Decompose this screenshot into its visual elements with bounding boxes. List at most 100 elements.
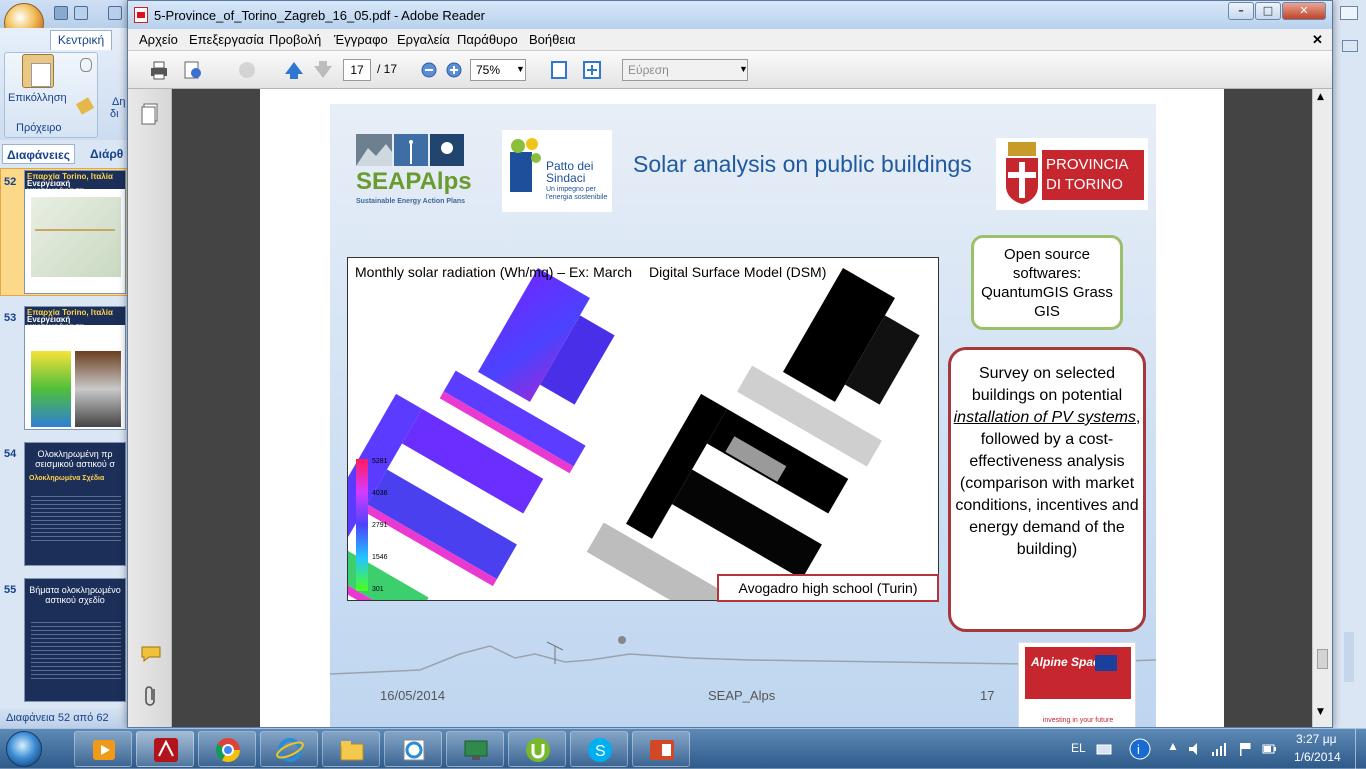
fit-page-icon[interactable] — [548, 59, 570, 81]
toolbar: 17 / 17 75% ▼ Εύρεση ▼ — [128, 51, 1332, 89]
survey-text-1: Survey on selected buildings on potentia… — [971, 365, 1123, 404]
show-hidden-icons-icon[interactable]: ▲ — [1167, 739, 1179, 753]
survey-text-2: , followed by a cost-effectiveness analy… — [955, 409, 1141, 558]
menu-file[interactable]: Αρχείο — [139, 32, 178, 47]
menu-tools[interactable]: Εργαλεία — [397, 32, 450, 47]
seap-alps-logo: SEAPAlps Sustainable Energy Action Plans — [356, 134, 486, 214]
scroll-up-icon[interactable]: ▲ — [1317, 92, 1324, 102]
skype-button[interactable]: S — [570, 731, 628, 767]
clock-date[interactable]: 1/6/2014 — [1294, 750, 1341, 764]
chrome-button[interactable] — [198, 731, 256, 767]
utorrent-button[interactable] — [508, 731, 566, 767]
vertical-scrollbar[interactable]: ▲ ▼ — [1312, 89, 1332, 727]
dsm-map-label: Digital Surface Model (DSM) — [649, 264, 827, 280]
skype-icon: S — [588, 738, 612, 762]
tab-home[interactable]: Κεντρική — [50, 30, 112, 50]
start-button[interactable] — [6, 731, 42, 767]
provincia-wordmark: PROVINCIA DI TORINO — [1042, 150, 1144, 200]
language-indicator[interactable]: EL — [1071, 741, 1086, 755]
pages-panel-icon[interactable] — [141, 103, 159, 125]
close-button[interactable]: ✕ — [1282, 2, 1326, 20]
explorer-button[interactable] — [322, 731, 380, 767]
svg-text:S: S — [595, 743, 606, 760]
seap-alps-tagline: Sustainable Energy Action Plans — [356, 198, 466, 205]
internet-explorer-button-2[interactable] — [384, 731, 442, 767]
menu-window[interactable]: Παράθυρο — [457, 32, 518, 47]
clock-time[interactable]: 3:27 μμ — [1296, 732, 1337, 746]
redo-icon[interactable] — [108, 6, 122, 20]
minimize-button[interactable]: – — [1228, 2, 1254, 20]
taskbar: S EL i ▲ 3:27 μμ 1/6/2014 — [0, 728, 1366, 769]
find-dropdown-icon[interactable]: ▼ — [739, 64, 748, 74]
internet-explorer-button[interactable] — [260, 731, 318, 767]
menu-document[interactable]: Έγγραφο — [334, 32, 388, 47]
slide-thumbnail[interactable]: Βήματα ολοκληρωμένο αστικού σχεδίο — [24, 578, 126, 702]
tab-slides[interactable]: Διαφάνειες — [2, 144, 75, 164]
tab-outline[interactable]: Διάρθ — [86, 144, 127, 164]
media-player-icon — [93, 740, 115, 760]
slide-thumbnail[interactable]: Ολοκληρωμένη πρ σεισμικού αστικού σ Ολοκ… — [24, 442, 126, 566]
zoom-in-icon[interactable] — [443, 59, 465, 81]
legend-value: 4036 — [372, 490, 388, 497]
eu-flag-icon — [1095, 655, 1117, 671]
network-signal-icon[interactable] — [1211, 741, 1227, 757]
provincia-di-torino-logo: PROVINCIA DI TORINO — [996, 138, 1148, 210]
full-screen-icon[interactable] — [581, 59, 603, 81]
slide-thumbnail[interactable]: Επαρχία Torino, ΙταλίαΕνεργειακή χαρτογρ… — [24, 170, 126, 294]
menu-edit[interactable]: Επεξεργασία — [189, 32, 264, 47]
menu-view[interactable]: Προβολή — [269, 32, 321, 47]
find-input[interactable]: Εύρεση — [622, 59, 748, 81]
collab-icon[interactable] — [236, 59, 258, 81]
zoom-out-icon[interactable] — [418, 59, 440, 81]
slide-thumbnail[interactable]: Επαρχία Torino, ΙταλίαΕνεργειακή χαρτογρ… — [24, 306, 126, 430]
maximize-button[interactable]: □ — [1255, 2, 1281, 20]
share-icon[interactable] — [182, 59, 204, 81]
paste-icon[interactable] — [22, 54, 54, 88]
utorrent-icon — [526, 738, 550, 762]
paste-button-label[interactable]: Επικόλληση — [8, 92, 67, 104]
slide-number: 54 — [4, 448, 17, 460]
scroll-down-icon[interactable]: ▼ — [1317, 707, 1324, 717]
help-icon[interactable] — [1342, 40, 1358, 52]
comment-icon[interactable] — [140, 645, 162, 663]
doc-close-icon[interactable]: ✕ — [1312, 32, 1323, 48]
patto-wordmark: Patto dei Sindaci — [546, 159, 594, 185]
ppt-right-edge — [1330, 0, 1366, 728]
survey-emphasis: installation of PV systems — [953, 409, 1136, 426]
menu-help[interactable]: Βοήθεια — [529, 32, 576, 47]
pdf-file-icon — [134, 7, 148, 23]
legend-value: 301 — [372, 586, 384, 593]
undo-icon[interactable] — [74, 6, 88, 20]
print-icon[interactable] — [148, 59, 170, 81]
prev-page-icon[interactable] — [283, 59, 305, 81]
show-desktop-button[interactable] — [1355, 729, 1366, 769]
clipboard-group-label: Πρόχειρο — [16, 122, 62, 134]
remote-desktop-button[interactable] — [446, 731, 504, 767]
adobe-reader-button[interactable] — [136, 731, 194, 767]
zoom-dropdown-icon[interactable]: ▼ — [516, 64, 525, 74]
ppt-scroll-arrows[interactable] — [1344, 632, 1354, 682]
panel-tabs: Διαφάνειες Διάρθ — [0, 144, 130, 164]
save-icon[interactable] — [54, 6, 68, 20]
patto-tagline: Un impegno per l'energia sostenibile — [546, 186, 608, 201]
page-number-input[interactable]: 17 — [343, 59, 371, 81]
action-center-icon[interactable]: i — [1128, 737, 1152, 761]
cut-icon[interactable] — [80, 58, 92, 72]
footer-date: 16/05/2014 — [380, 688, 446, 703]
keyboard-icon[interactable] — [1096, 741, 1112, 757]
attachment-icon[interactable] — [142, 685, 160, 707]
next-page-icon[interactable] — [312, 59, 334, 81]
mountains-icon — [356, 134, 464, 166]
covenant-icon — [510, 138, 541, 192]
ppt-close-icon[interactable] — [1340, 6, 1358, 20]
scroll-thumb[interactable] — [1317, 649, 1328, 669]
seap-alps-wordmark: SEAPAlps — [356, 168, 472, 195]
volume-icon[interactable] — [1187, 741, 1203, 757]
flag-icon[interactable] — [1237, 741, 1253, 757]
remote-desktop-icon — [464, 740, 488, 760]
powerpoint-button[interactable] — [632, 731, 690, 767]
coat-of-arms-icon — [1006, 142, 1038, 204]
battery-icon[interactable] — [1261, 741, 1277, 757]
media-player-button[interactable] — [74, 731, 132, 767]
slide-number: 53 — [4, 312, 17, 324]
